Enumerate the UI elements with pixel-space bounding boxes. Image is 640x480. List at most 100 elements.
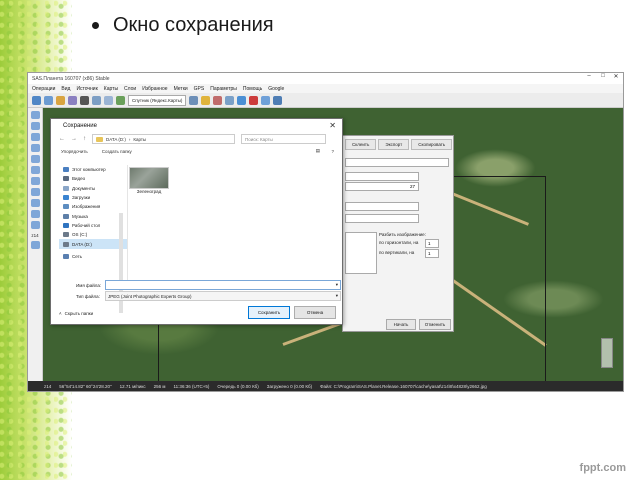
menu-item[interactable]: Помощь: [243, 86, 262, 92]
breadcrumb[interactable]: DATA (D:) › Карты: [92, 134, 235, 144]
file-name[interactable]: Зеленоград: [129, 189, 169, 194]
map-source-select[interactable]: Спутник (Яндекс.Карты): [128, 94, 187, 106]
panel-field[interactable]: [345, 214, 419, 223]
panel-field[interactable]: [345, 158, 449, 167]
start-button[interactable]: Начать: [386, 319, 416, 330]
tree-item-music[interactable]: Музыка: [59, 211, 127, 220]
help-icon[interactable]: ?: [331, 149, 334, 154]
breadcrumb-item[interactable]: DATA (D:): [106, 137, 126, 142]
favorites-star-icon[interactable]: [201, 95, 211, 105]
satellite-icon[interactable]: [261, 95, 271, 105]
save-button[interactable]: Сохранить: [248, 306, 290, 319]
zoom-level-icon[interactable]: [30, 188, 40, 196]
export-panel: Склеить Экспорт Скопировать 27 Разбить и…: [342, 135, 454, 332]
file-list: Зеленоград: [129, 165, 334, 275]
slide-title: Окно сохранения: [92, 14, 274, 37]
layers-icon[interactable]: [92, 95, 101, 105]
zoom-in-icon[interactable]: [30, 111, 40, 119]
menu-item[interactable]: Параметры: [210, 86, 237, 92]
filetype-select[interactable]: JPEG (Joint Photographic Experts Group) ▾: [105, 291, 341, 301]
tree-item-pictures[interactable]: Изображения: [59, 202, 127, 211]
panel-z-value: 27: [409, 184, 415, 189]
view-options-icon[interactable]: ▤: [316, 148, 320, 154]
cursor-icon[interactable]: [32, 95, 41, 105]
tree-item-video[interactable]: Видео: [59, 174, 127, 183]
zoom-level-icon[interactable]: [30, 221, 40, 229]
menu-item[interactable]: GPS: [194, 86, 205, 92]
menu-item[interactable]: Источник: [76, 86, 97, 92]
menu-item[interactable]: Избранное: [142, 86, 167, 92]
zoom-level-icon[interactable]: [30, 210, 40, 218]
zoom-level-icon[interactable]: [30, 133, 40, 141]
tree-item-downloads[interactable]: Загрузки: [59, 193, 127, 202]
zoom-level-icon[interactable]: [30, 155, 40, 163]
organize-button[interactable]: Упорядочить: [61, 149, 88, 154]
gps-icon[interactable]: [237, 95, 247, 105]
tree-item-drive-c[interactable]: OS (C:): [59, 230, 127, 239]
zoom-out-icon[interactable]: [30, 241, 40, 249]
zoom-level-icon[interactable]: [30, 199, 40, 207]
vertical-input[interactable]: 1: [425, 249, 439, 258]
tree-label: Рабочий стол: [72, 222, 101, 228]
cancel-export-button[interactable]: Отменить: [419, 319, 451, 330]
tab-stitch[interactable]: Склеить: [345, 139, 377, 150]
back-arrow-icon[interactable]: ←: [59, 136, 65, 142]
path-icon[interactable]: [225, 95, 235, 105]
zoom-label: z14: [31, 233, 39, 238]
tree-item-network[interactable]: Сеть: [59, 252, 127, 261]
tab-export[interactable]: Экспорт: [378, 139, 410, 150]
map-type-icon[interactable]: [116, 95, 125, 105]
chevron-up-icon: ˄: [59, 311, 62, 316]
tree-item-drive-d[interactable]: DATA (D:): [59, 239, 127, 249]
maximize-icon[interactable]: □: [597, 73, 609, 79]
zoom-level-icon[interactable]: [30, 166, 40, 174]
up-arrow-icon[interactable]: ↑: [83, 136, 86, 142]
hide-folders-toggle[interactable]: ˄ Скрыть папки: [59, 311, 93, 316]
tree-item-documents[interactable]: Документы: [59, 184, 127, 193]
tree-label: Документы: [72, 185, 96, 191]
tree-item-desktop[interactable]: Рабочий стол: [59, 221, 127, 230]
vertical-label: по вертикали, на: [379, 250, 415, 255]
filename-input[interactable]: ▾: [105, 280, 341, 290]
close-icon[interactable]: ✕: [329, 121, 336, 130]
tab-copy[interactable]: Скопировать: [411, 139, 453, 150]
close-icon[interactable]: ✕: [610, 73, 622, 80]
panel-field[interactable]: [345, 202, 419, 211]
menu-item[interactable]: Метки: [174, 86, 188, 92]
tree-item-computer[interactable]: Этот компьютер: [59, 165, 127, 174]
zoom-level-icon[interactable]: [30, 177, 40, 185]
marker-icon[interactable]: [213, 95, 223, 105]
tree-label: Видео: [72, 176, 86, 182]
zoom-level-icon[interactable]: [30, 144, 40, 152]
globe-icon[interactable]: [80, 95, 89, 105]
grid-icon[interactable]: [104, 95, 113, 105]
zoom-icon[interactable]: [44, 95, 53, 105]
menu-item[interactable]: Слои: [124, 86, 136, 92]
file-thumbnail[interactable]: [129, 167, 169, 189]
horizontal-input[interactable]: 1: [425, 239, 439, 248]
panel-z-select[interactable]: 27: [345, 182, 419, 191]
new-folder-button[interactable]: Создать папку: [102, 149, 132, 154]
tree-label: Загрузки: [72, 195, 91, 201]
search-input[interactable]: Поиск: Карты: [241, 134, 326, 144]
panel-list[interactable]: [345, 232, 377, 274]
stop-icon[interactable]: [249, 95, 259, 105]
zoom-level-icon[interactable]: [30, 122, 40, 130]
menu-item[interactable]: Google: [268, 86, 284, 92]
cancel-button[interactable]: Отмена: [294, 306, 336, 319]
status-time: 11:36:36 (UTC+5): [173, 383, 210, 389]
minimize-icon[interactable]: –: [583, 73, 595, 79]
polygon-icon[interactable]: [68, 95, 77, 105]
map-zoom-control[interactable]: [601, 338, 613, 368]
forward-arrow-icon[interactable]: →: [71, 136, 77, 142]
menu-item[interactable]: Карты: [104, 86, 118, 92]
menu-item[interactable]: Вид: [61, 86, 70, 92]
panel-field[interactable]: [345, 172, 419, 181]
breadcrumb-item[interactable]: Карты: [133, 137, 146, 142]
chevron-down-icon[interactable]: ▾: [336, 282, 338, 288]
menu-item[interactable]: Операции: [32, 86, 55, 92]
sas-title-bar: SAS.Планета 160707 (x86) Stable – □ ✕: [28, 73, 623, 84]
layer-icon[interactable]: [189, 95, 199, 105]
ruler-icon[interactable]: [56, 95, 65, 105]
settings-icon[interactable]: [273, 95, 283, 105]
